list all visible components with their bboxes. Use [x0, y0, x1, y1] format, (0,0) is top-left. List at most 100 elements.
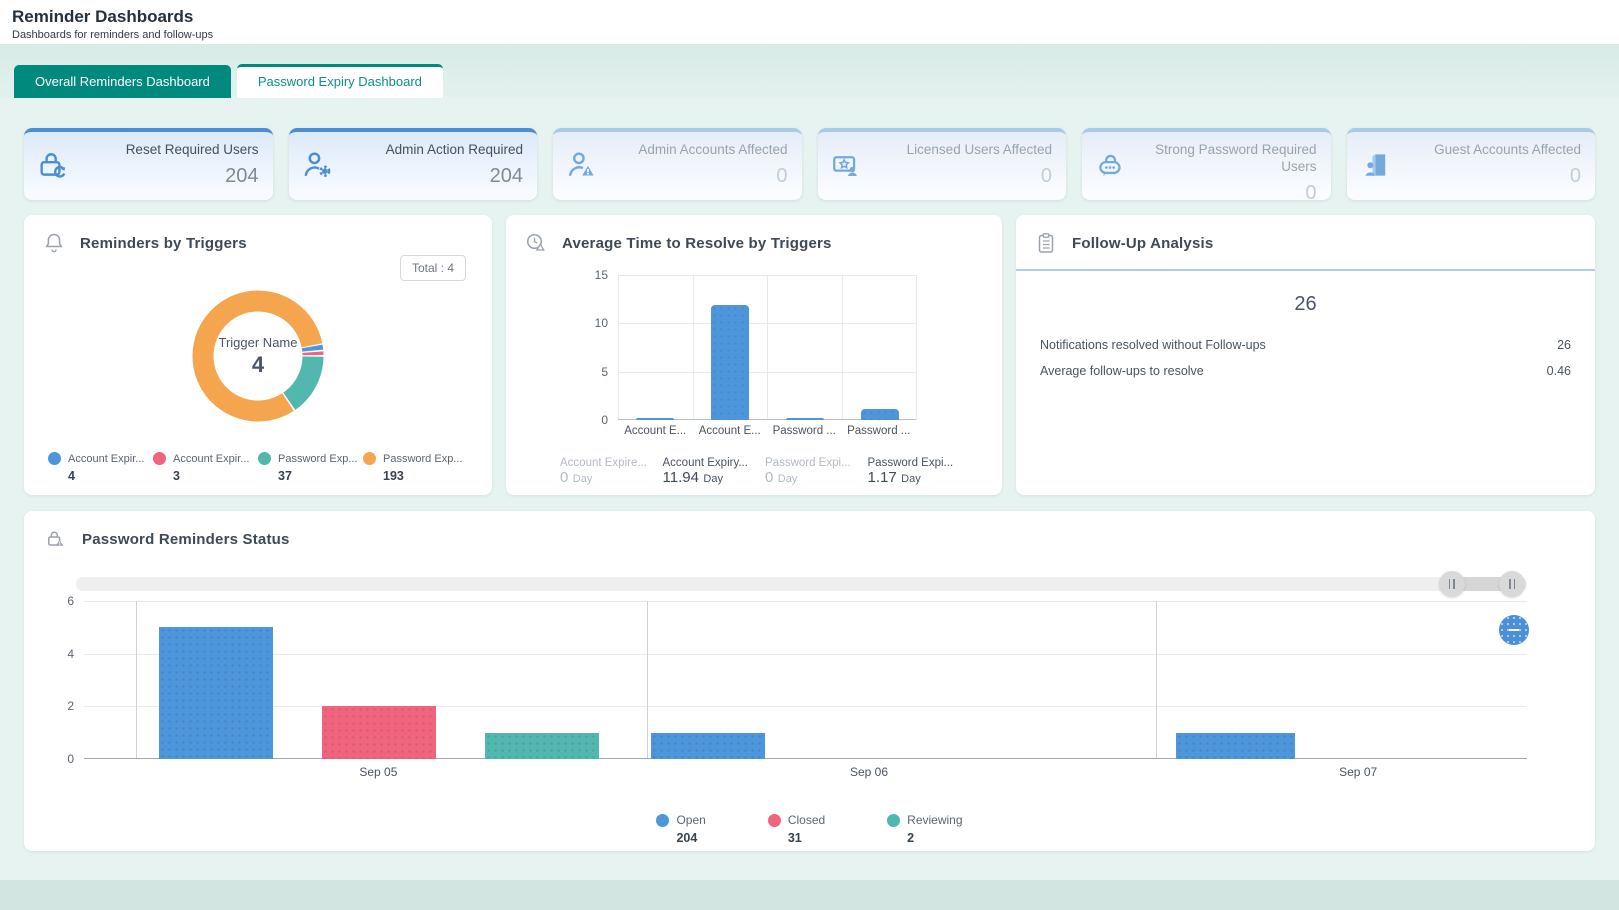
bar-reviewing-sep05[interactable] — [485, 733, 599, 759]
x-label: Sep 07 — [1339, 765, 1377, 779]
kpi-card-admin-accounts-affected[interactable]: Admin Accounts Affected 0 — [553, 128, 802, 200]
stat-label: Password Expi... — [868, 457, 971, 469]
legend-label: Account Expir... — [173, 453, 249, 465]
stat-value: 0 — [560, 469, 568, 486]
stat-value: 11.94 — [663, 469, 699, 486]
avg-plot-area — [618, 275, 916, 420]
legend-item-reviewing[interactable]: Reviewing 2 — [887, 811, 962, 845]
lock-reset-icon — [36, 148, 70, 182]
followup-rows: Notifications resolved without Follow-up… — [1016, 332, 1595, 384]
legend-item-closed[interactable]: Closed 31 — [768, 811, 825, 845]
kpi-label: Reset Required Users — [82, 142, 259, 159]
y-tick: 0 — [67, 752, 74, 766]
legend-dot-teal — [258, 452, 271, 465]
kpi-value: 0 — [1140, 182, 1317, 205]
x-label: Account E... — [693, 425, 768, 437]
gridline — [84, 706, 1527, 707]
legend-label: Open — [676, 813, 705, 827]
legend-value: 3 — [173, 469, 249, 483]
legend-item[interactable]: Account Expir... 4 — [48, 449, 153, 483]
legend-dot-pink — [768, 814, 781, 827]
avg-y-axis: 15 10 5 0 — [554, 275, 618, 420]
followup-row-label: Notifications resolved without Follow-up… — [1040, 338, 1266, 352]
stat-label: Password Expi... — [765, 457, 868, 469]
kpi-card-guest-accounts-affected[interactable]: Guest Accounts Affected 0 — [1347, 128, 1596, 200]
avg-stats-row: Account Expire... 0 Day Account Expiry..… — [524, 457, 984, 487]
followup-row-value: 26 — [1557, 338, 1571, 352]
bar-closed-sep05[interactable] — [322, 706, 436, 759]
lock-warning-icon — [44, 527, 68, 551]
status-x-axis-labels: Sep 05 Sep 06 Sep 07 — [84, 765, 1527, 785]
bar-password-expire[interactable] — [786, 418, 824, 420]
panel-average-time-to-resolve: Average Time to Resolve by Triggers 15 1… — [506, 215, 1002, 495]
page-title: Reminder Dashboards — [12, 7, 1607, 27]
panel-password-reminders-status: Password Reminders Status 6 4 2 0 — [24, 511, 1595, 851]
bar-account-expire[interactable] — [636, 418, 674, 420]
bar-account-expiry[interactable] — [711, 305, 749, 420]
kpi-card-licensed-users-affected[interactable]: Licensed Users Affected 0 — [818, 128, 1067, 200]
charts-row: Reminders by Triggers Total : 4 Trigger … — [24, 215, 1595, 495]
total-badge: Total : 4 — [400, 255, 466, 281]
y-tick: 2 — [67, 699, 74, 713]
panel-reminders-by-triggers: Reminders by Triggers Total : 4 Trigger … — [24, 215, 492, 495]
stat-account-expiry: Account Expiry... 11.94 Day — [663, 457, 766, 487]
legend-item[interactable]: Account Expir... 3 — [153, 449, 258, 483]
status-plot-area — [84, 601, 1527, 759]
legend-value: 37 — [278, 469, 357, 483]
gridline — [1156, 601, 1157, 759]
password-lock-icon — [1094, 148, 1128, 182]
legend-item-open[interactable]: Open 204 — [656, 811, 705, 845]
panel-title: Password Reminders Status — [82, 531, 290, 548]
legend-dot-teal — [887, 814, 900, 827]
legend-value: 204 — [676, 831, 705, 845]
status-bar-chart[interactable]: 6 4 2 0 — [44, 601, 1575, 759]
y-tick: 5 — [601, 365, 608, 379]
tab-password-expiry-dashboard[interactable]: Password Expiry Dashboard — [237, 64, 443, 98]
datazoom-slider[interactable] — [76, 577, 1527, 591]
followup-big-value: 26 — [1016, 293, 1595, 316]
datazoom-handle-left[interactable] — [1439, 571, 1465, 597]
kpi-label: Licensed Users Affected — [876, 142, 1053, 159]
tab-overall-reminders-dashboard[interactable]: Overall Reminders Dashboard — [14, 65, 231, 98]
gridline — [693, 275, 694, 420]
donut-center-value: 4 — [252, 352, 264, 378]
legend-label: Account Expir... — [68, 453, 144, 465]
license-user-icon — [830, 148, 864, 182]
legend-dot-orange — [363, 452, 376, 465]
y-tick: 10 — [595, 316, 608, 330]
kpi-label: Admin Action Required — [347, 142, 524, 159]
kpi-row: Reset Required Users 204 Admin Action Re… — [24, 128, 1595, 200]
panel-header: Reminders by Triggers — [42, 231, 474, 255]
gridline — [767, 275, 768, 420]
panel-header: Follow-Up Analysis — [1016, 231, 1595, 271]
gridline — [647, 601, 648, 759]
kpi-card-admin-action-required[interactable]: Admin Action Required 204 — [289, 128, 538, 200]
page-bottom-strip — [0, 880, 1619, 910]
x-label: Password ... — [767, 425, 842, 437]
kpi-card-reset-required-users[interactable]: Reset Required Users 204 — [24, 128, 273, 200]
x-label: Sep 05 — [359, 765, 397, 779]
donut-center: Trigger Name 4 — [183, 281, 333, 431]
legend-item[interactable]: Password Exp... 37 — [258, 449, 363, 483]
legend-item[interactable]: Password Exp... 193 — [363, 449, 468, 483]
kpi-card-strong-password-required-users[interactable]: Strong Password Required Users 0 — [1082, 128, 1331, 200]
stat-password-expire: Password Expi... 0 Day — [765, 457, 868, 487]
kpi-value: 0 — [1405, 165, 1582, 188]
followup-row-label: Average follow-ups to resolve — [1040, 364, 1204, 378]
gridline — [84, 601, 1527, 602]
bar-open-sep06[interactable] — [651, 733, 765, 759]
kpi-value: 204 — [82, 165, 259, 188]
y-tick: 4 — [67, 647, 74, 661]
kpi-value: 0 — [876, 165, 1053, 188]
stat-unit: Day — [778, 473, 798, 485]
triggers-donut-chart[interactable]: Trigger Name 4 — [183, 281, 333, 431]
bar-password-expiry[interactable] — [861, 409, 899, 420]
avg-time-bar-chart[interactable]: 15 10 5 0 — [524, 275, 984, 420]
user-warning-icon — [565, 148, 599, 182]
page-header: Reminder Dashboards Dashboards for remin… — [0, 0, 1619, 44]
kpi-value: 204 — [347, 165, 524, 188]
panel-title: Follow-Up Analysis — [1072, 235, 1213, 252]
datazoom-handle-right[interactable] — [1499, 571, 1525, 597]
bar-open-sep05[interactable] — [159, 627, 273, 759]
bar-open-sep07[interactable] — [1176, 733, 1294, 759]
